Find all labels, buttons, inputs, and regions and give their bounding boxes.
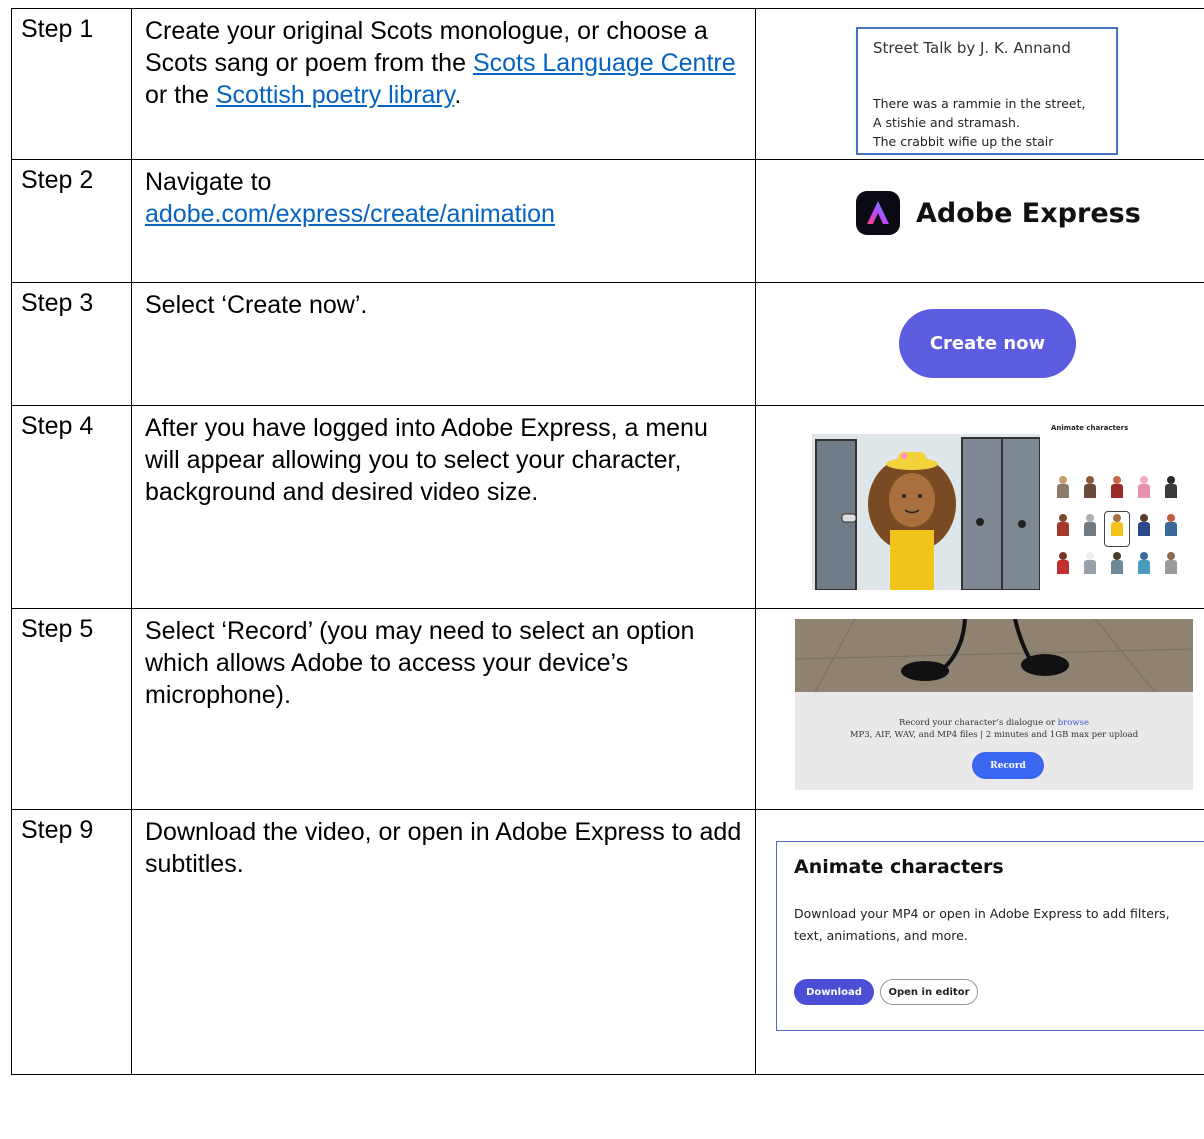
character-scene	[812, 434, 1040, 590]
scots-language-centre-link[interactable]: Scots Language Centre	[473, 49, 736, 77]
character-option[interactable]	[1159, 474, 1183, 508]
record-screenshot: Record your character’s dialogue or brow…	[795, 619, 1193, 790]
table-row: Step 3 Select ‘Create now’. Create now	[11, 282, 1204, 406]
record-instructions-text: Record your character’s dialogue or	[898, 718, 1058, 728]
card-description: Download your MP4 or open in Adobe Expre…	[794, 906, 1170, 943]
character-option[interactable]	[1078, 474, 1102, 508]
card-title: Animate characters	[794, 856, 1004, 878]
table-row: Step 2 Navigate to adobe.com/express/cre…	[11, 159, 1204, 283]
table-row: Step 5 Select ‘Record’ (you may need to …	[11, 608, 1204, 810]
instruction-text: Navigate to	[145, 168, 272, 196]
step-label: Step 9	[11, 809, 132, 1075]
character-option[interactable]	[1159, 550, 1183, 584]
character-option[interactable]	[1105, 474, 1129, 508]
file-limits-text: MP3, AIF, WAV, and MP4 files | 2 minutes…	[849, 730, 1139, 740]
table-row: Step 1 Create your original Scots monolo…	[11, 8, 1204, 160]
character-illustration	[812, 434, 1040, 590]
step-image-cell: Record your character’s dialogue or brow…	[755, 608, 1204, 810]
adobe-express-wordmark: Adobe Express	[916, 197, 1141, 229]
steps-table: Step 1 Create your original Scots monolo…	[11, 8, 1204, 1075]
open-in-editor-button[interactable]: Open in editor	[880, 979, 978, 1005]
character-option[interactable]	[1051, 474, 1075, 508]
poem-line: There was a rammie in the street,	[873, 96, 1086, 111]
step-label: Step 1	[11, 8, 132, 160]
character-option[interactable]	[1051, 512, 1075, 546]
step-image-cell: Street Talk by J. K. Annand There was a …	[755, 8, 1204, 160]
download-button[interactable]: Download	[794, 979, 874, 1005]
step-instruction: Select ‘Record’ (you may need to select …	[131, 608, 756, 810]
table-row: Step 9 Download the video, or open in Ad…	[11, 809, 1204, 1075]
poem-title: Street Talk by J. K. Annand	[873, 39, 1071, 57]
record-instructions: Record your character’s dialogue or brow…	[795, 718, 1193, 728]
character-option[interactable]	[1078, 512, 1102, 546]
step-instruction: Select ‘Create now’.	[131, 282, 756, 406]
adobe-express-animation-link[interactable]: adobe.com/express/create/animation	[145, 200, 555, 228]
adobe-express-logo-icon	[856, 191, 900, 235]
poem-line: The crabbit wifie up the stair	[873, 134, 1054, 149]
download-card-screenshot: Animate characters Download your MP4 or …	[776, 841, 1204, 1031]
character-option[interactable]	[1132, 512, 1156, 546]
create-now-button[interactable]: Create now	[899, 309, 1076, 378]
browse-link[interactable]: browse	[1058, 718, 1089, 728]
step-label: Step 2	[11, 159, 132, 283]
scene-floor	[795, 619, 1193, 693]
scottish-poetry-library-link[interactable]: Scottish poetry library	[216, 81, 455, 109]
adobe-express-logo: Adobe Express	[856, 190, 1141, 236]
character-option[interactable]	[1105, 550, 1129, 584]
step-image-cell: Animate characters Download your MP4 or …	[755, 809, 1204, 1075]
step-image-cell: Adobe Express	[755, 159, 1204, 283]
character-option[interactable]	[1132, 550, 1156, 584]
step-image-cell: Create now	[755, 282, 1204, 406]
record-button[interactable]: Record	[972, 752, 1044, 779]
step-image-cell: Animate characters	[755, 405, 1204, 609]
instruction-text: or the	[145, 81, 216, 109]
character-option[interactable]	[1104, 511, 1130, 547]
table-row: Step 4 After you have logged into Adobe …	[11, 405, 1204, 609]
step-instruction: Create your original Scots monologue, or…	[131, 8, 756, 160]
animate-characters-panel: Animate characters	[1051, 424, 1183, 590]
step-label: Step 5	[11, 608, 132, 810]
step-label: Step 3	[11, 282, 132, 406]
character-grid	[1051, 474, 1183, 584]
panel-title: Animate characters	[1051, 424, 1129, 432]
character-option[interactable]	[1159, 512, 1183, 546]
character-option[interactable]	[1078, 550, 1102, 584]
instruction-text: .	[454, 81, 462, 109]
animate-characters-screenshot: Animate characters	[804, 418, 1185, 590]
step-label: Step 4	[11, 405, 132, 609]
character-legs-illustration	[795, 619, 1193, 693]
step-instruction: Navigate to adobe.com/express/create/ani…	[131, 159, 756, 283]
character-option[interactable]	[1051, 550, 1075, 584]
step-instruction: Download the video, or open in Adobe Exp…	[131, 809, 756, 1075]
step-instruction: After you have logged into Adobe Express…	[131, 405, 756, 609]
poem-screenshot: Street Talk by J. K. Annand There was a …	[856, 27, 1118, 155]
poem-line: A stishie and stramash.	[873, 115, 1020, 130]
character-option[interactable]	[1132, 474, 1156, 508]
